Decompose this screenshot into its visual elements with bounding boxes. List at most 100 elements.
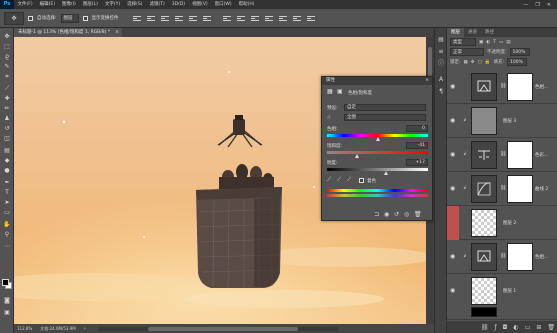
menu-select[interactable]: 选择(S) [124, 0, 146, 9]
link-icon[interactable]: ⛓ [500, 253, 506, 259]
shape-tool-icon[interactable]: ▭ [2, 208, 12, 217]
horizontal-scrollbar[interactable] [97, 326, 338, 331]
distribute-top-icon[interactable] [222, 14, 231, 22]
character-icon[interactable]: A [437, 76, 445, 84]
layer-name[interactable]: 色相... [535, 84, 548, 90]
visibility-eye-icon[interactable]: ◎ [404, 211, 409, 218]
saturation-slider-thumb[interactable] [354, 154, 359, 158]
kind-filter-dropdown[interactable]: 类型 [450, 38, 476, 46]
layer-mask-thumbnail[interactable] [507, 243, 533, 271]
opacity-field[interactable]: 100% [509, 48, 530, 56]
auto-align-icon[interactable] [306, 14, 315, 22]
new-adjustment-icon[interactable]: ◐ [513, 324, 518, 331]
visibility-eye-icon[interactable]: ◉ [450, 151, 455, 158]
new-group-icon[interactable]: ▭ [525, 324, 531, 331]
eyedropper-minus-icon[interactable]: ⟋ [347, 176, 351, 184]
visibility-eye-icon[interactable]: ◉ [450, 117, 455, 124]
visibility-eye-icon[interactable]: ◉ [450, 185, 455, 192]
menu-edit[interactable]: 编辑(E) [36, 0, 58, 9]
minimize-button[interactable]: — [523, 2, 528, 8]
menu-file[interactable]: 文件(F) [14, 0, 36, 9]
marquee-tool-icon[interactable]: ⬚ [2, 42, 12, 51]
auto-select-target-dropdown[interactable]: 图层 [60, 13, 79, 23]
visibility-eye-icon[interactable]: ◉ [450, 83, 455, 90]
menu-image[interactable]: 图像(I) [58, 0, 79, 9]
layer-mask-thumbnail[interactable] [507, 141, 533, 169]
quick-select-tool-icon[interactable]: ✎ [2, 62, 12, 71]
pen-tool-icon[interactable]: ✒ [2, 178, 12, 187]
delete-adjustment-icon[interactable]: 🗑 [414, 211, 422, 218]
blend-mode-dropdown[interactable]: 正常 [450, 48, 484, 56]
healing-brush-tool-icon[interactable]: ✚ [2, 94, 12, 103]
info-icon[interactable]: ⓘ [437, 60, 445, 68]
menu-3d[interactable]: 3D(D) [168, 0, 188, 9]
lightness-value[interactable]: +17 [406, 159, 428, 166]
layer-name[interactable]: 色相... [535, 254, 548, 260]
align-top-icon[interactable] [132, 14, 141, 22]
hand-tool-icon[interactable]: ✋ [2, 220, 12, 229]
filter-shape-icon[interactable]: ▭ [499, 40, 503, 45]
align-right-icon[interactable] [202, 14, 211, 22]
history-icon[interactable]: ▤ [437, 36, 445, 44]
screen-mode-icon[interactable]: ▣ [2, 308, 12, 317]
hue-slider-thumb[interactable] [375, 137, 380, 141]
paragraph-icon[interactable]: ¶ [437, 88, 445, 96]
saturation-slider-track[interactable] [327, 151, 428, 154]
fx-icon[interactable]: ƒ [495, 324, 497, 331]
more-tools-icon[interactable]: ⋯ [2, 242, 12, 251]
link-icon[interactable]: ⛓ [500, 83, 506, 89]
eyedropper-icon[interactable]: ⟋ [327, 176, 331, 184]
link-icon[interactable]: ⛓ [500, 151, 506, 157]
auto-select-checkbox[interactable] [28, 15, 33, 21]
new-layer-icon[interactable]: ⊞ [536, 324, 541, 331]
lightness-slider-track[interactable] [327, 168, 428, 171]
layer-name[interactable]: 色彩... [535, 152, 548, 158]
tab-channels[interactable]: 通道 [464, 28, 481, 37]
layer-row[interactable]: 图层 2 [447, 206, 557, 240]
distribute-bottom-icon[interactable] [250, 14, 259, 22]
link-layers-icon[interactable]: ⛓ [481, 324, 489, 331]
eyedropper-tool-icon[interactable]: ⟋ [2, 84, 12, 93]
layer-mask-thumbnail[interactable] [507, 175, 533, 203]
lasso-tool-icon[interactable]: ϱ [2, 52, 12, 61]
lock-all-icon[interactable]: 🔒 [485, 60, 491, 65]
target-adjust-hand-icon[interactable]: ☝ [327, 114, 331, 121]
gradient-tool-icon[interactable]: ▤ [2, 146, 12, 155]
zoom-level[interactable]: 112.8% [17, 326, 32, 331]
type-tool-icon[interactable]: T [2, 188, 12, 197]
zoom-tool-icon[interactable]: ⚲ [2, 230, 12, 239]
distribute-left-icon[interactable] [264, 14, 273, 22]
eyedropper-plus-icon[interactable]: ⟋ [337, 176, 341, 184]
close-tab-icon[interactable]: × [115, 28, 119, 37]
fill-field[interactable]: 100% [506, 58, 527, 66]
menu-view[interactable]: 视图(V) [189, 0, 212, 9]
distribute-hcenter-icon[interactable] [278, 14, 287, 22]
layer-row[interactable]: ◉ 图层 1 [447, 274, 557, 320]
hue-value[interactable]: 0 [406, 125, 428, 132]
maximize-button[interactable]: ❐ [535, 2, 539, 8]
menu-filter[interactable]: 滤镜(T) [146, 0, 168, 9]
clone-stamp-tool-icon[interactable]: ♟ [2, 114, 12, 123]
preset-dropdown[interactable]: 自定 [344, 104, 426, 111]
delete-layer-icon[interactable]: 🗑 [547, 324, 555, 331]
filter-smart-icon[interactable]: ▤ [506, 40, 510, 45]
layer-name[interactable]: 图层 1 [503, 288, 516, 294]
document-tab[interactable]: 未标题-1 @ 113% (色相/饱和度 1, RGB/8) * × [14, 28, 122, 37]
tab-layers[interactable]: 图层 [447, 28, 464, 37]
menu-help[interactable]: 帮助(H) [235, 0, 258, 9]
align-vcenter-icon[interactable] [146, 14, 155, 22]
add-mask-icon[interactable]: ◘ [503, 324, 508, 331]
move-tool-icon[interactable]: ✥ [2, 32, 12, 41]
layer-row[interactable]: ◉ ↲ 图层 3 [447, 104, 557, 138]
show-transform-checkbox[interactable] [82, 15, 88, 21]
saturation-value[interactable]: -41 [406, 142, 428, 149]
properties-header[interactable]: 属性 × [322, 77, 432, 85]
foreground-color-swatch[interactable] [2, 279, 9, 286]
move-tool-icon[interactable]: ✥ [4, 11, 24, 25]
horizontal-scrollbar-thumb[interactable] [147, 326, 298, 331]
align-bottom-icon[interactable] [160, 14, 169, 22]
layer-name[interactable]: 曲线 2 [535, 186, 548, 192]
status-menu-arrow-icon[interactable]: › [84, 326, 86, 332]
menu-type[interactable]: 文字(Y) [101, 0, 123, 9]
link-icon[interactable]: ⛓ [500, 185, 506, 191]
